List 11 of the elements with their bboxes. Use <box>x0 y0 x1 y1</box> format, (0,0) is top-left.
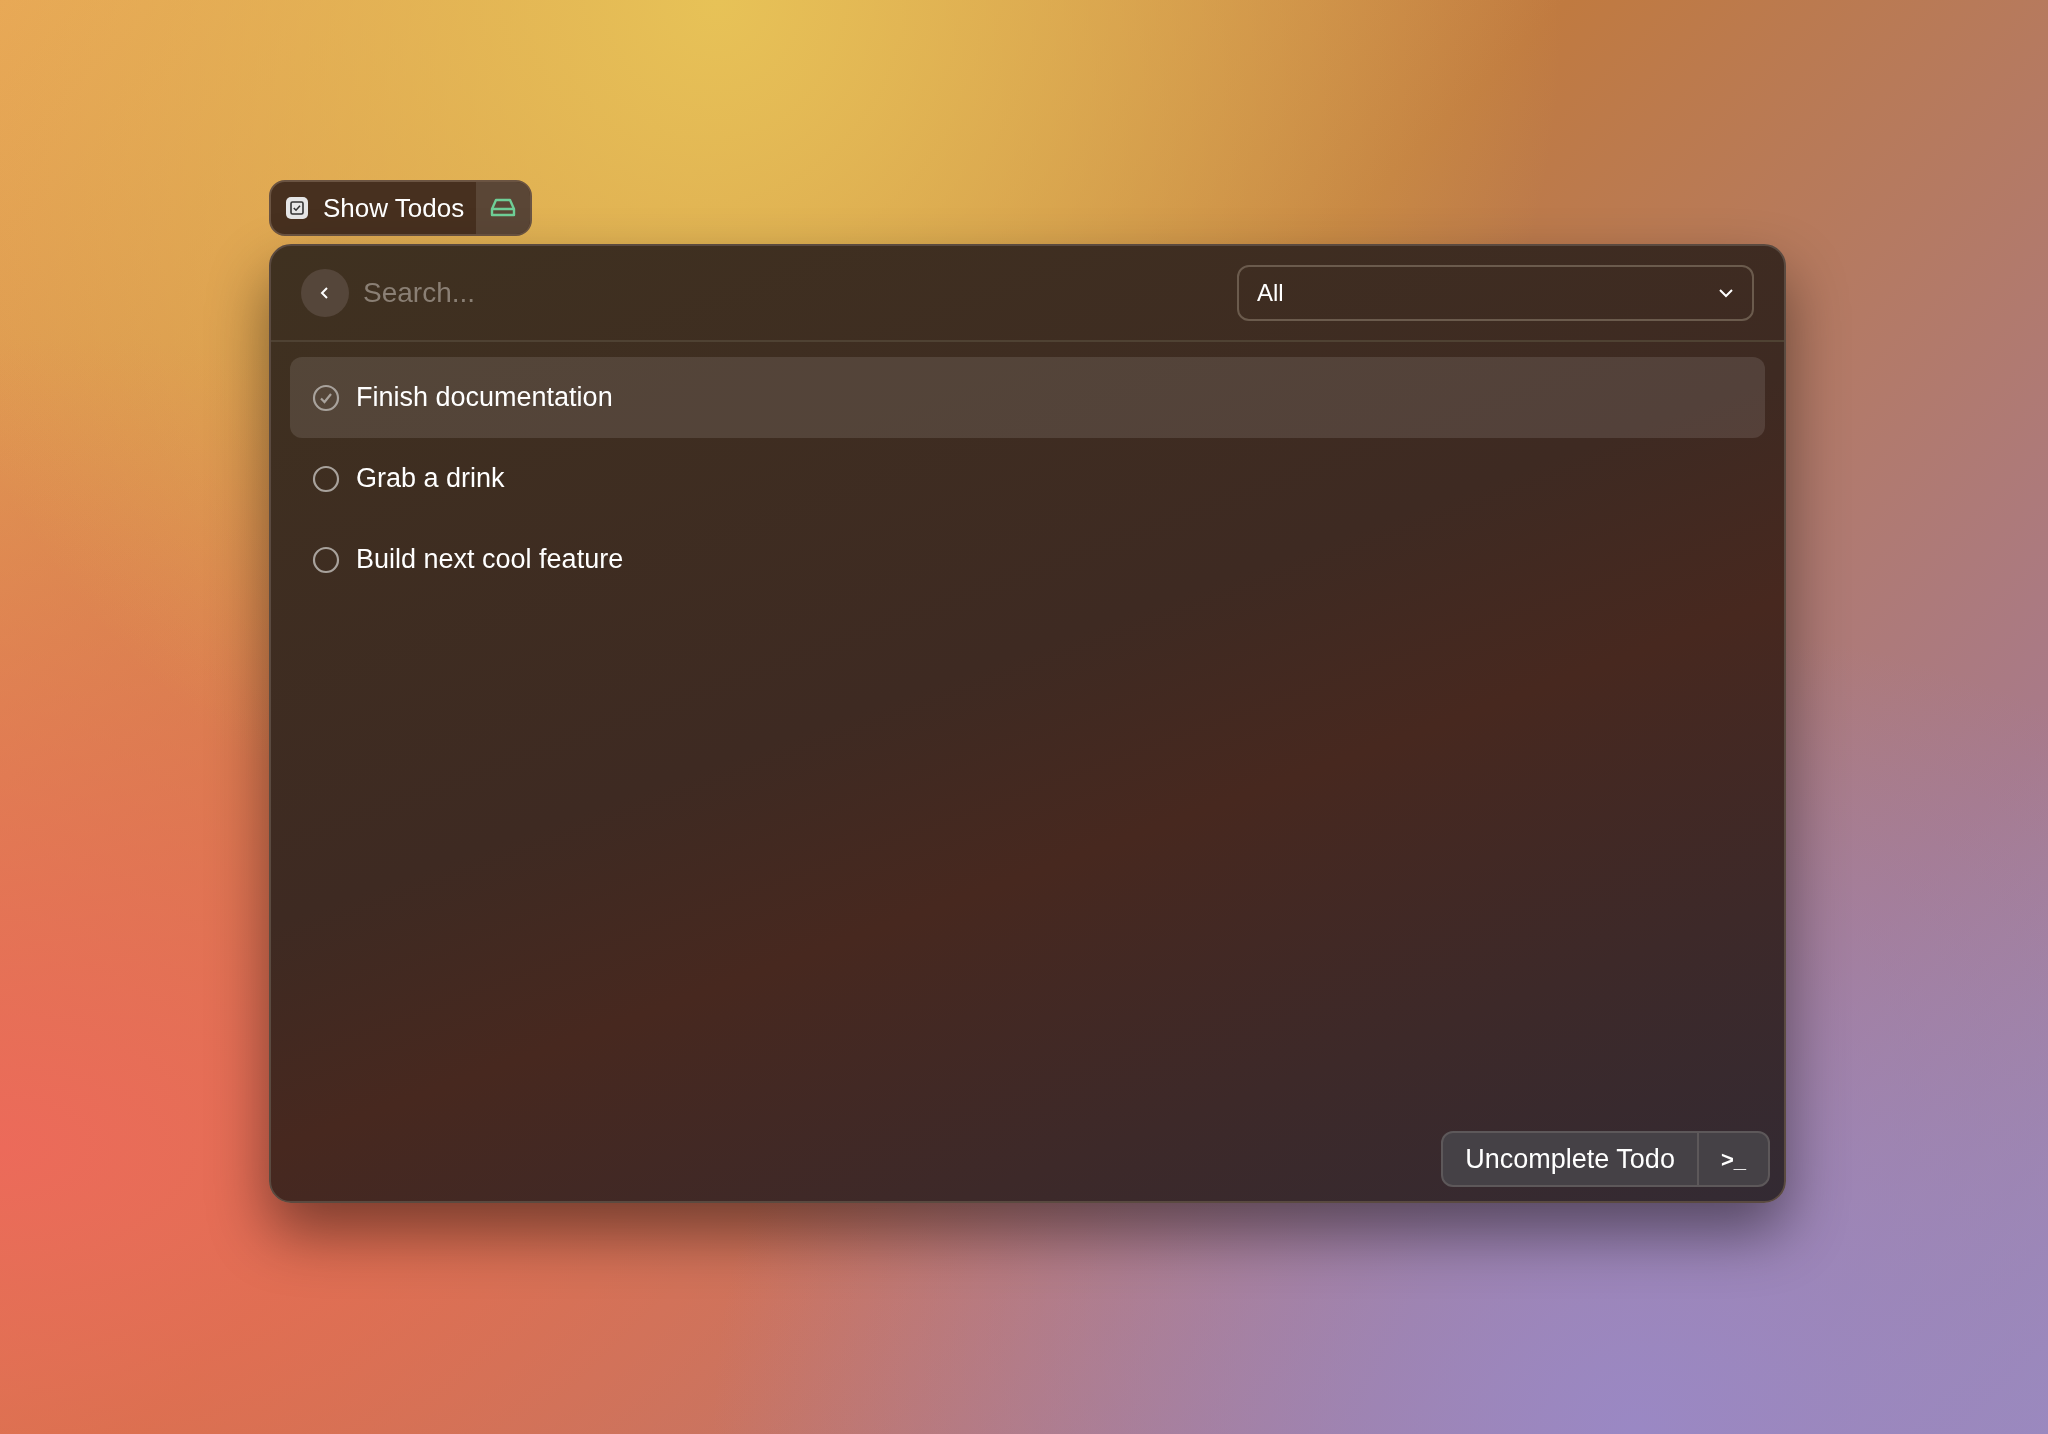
command-title: Show Todos <box>323 191 465 225</box>
actions-menu-button[interactable]: >_ <box>1698 1133 1768 1185</box>
back-button[interactable] <box>301 269 349 317</box>
todo-item[interactable]: Grab a drink <box>290 438 1765 519</box>
chevron-down-icon <box>1718 288 1734 298</box>
todo-item[interactable]: Finish documentation <box>290 357 1765 438</box>
todo-item[interactable]: Build next cool feature <box>290 519 1765 600</box>
checkbox-icon <box>285 196 309 220</box>
search-field[interactable]: Search... <box>363 272 1237 314</box>
uncomplete-todo-button[interactable]: Uncomplete Todo <box>1443 1133 1699 1185</box>
filter-dropdown[interactable]: All <box>1237 265 1754 321</box>
